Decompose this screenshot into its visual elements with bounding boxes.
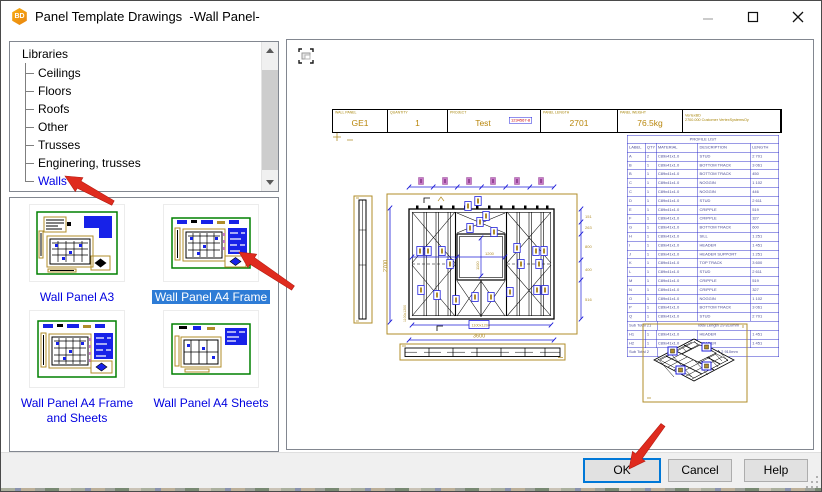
scroll-down-button[interactable] <box>262 174 278 191</box>
drawing-title-block: WALL PANEL GE1 QUANTITY 1 PROJECT Test P… <box>332 109 782 133</box>
drawing-preview-panel: WALL PANEL GE1 QUANTITY 1 PROJECT Test P… <box>286 39 814 450</box>
template-item-wall-panel-a3[interactable]: Wall Panel A3 <box>10 204 144 306</box>
svg-text:1200: 1200 <box>485 251 495 256</box>
svg-text:1100x1200: 1100x1200 <box>403 305 407 322</box>
parts-table-row: J1C89x41x1.0HEADER SUPPORT1 251 <box>628 250 779 259</box>
tree-item-roofs[interactable]: Roofs <box>10 100 261 118</box>
template-label: Wall Panel A4 Sheets <box>150 396 272 412</box>
parts-table-row: K1C89x41x1.0TOP TRACK3 600 <box>628 259 779 268</box>
parts-table-row: B1C89x41x1.0BOTTOM TRACK3 061 <box>628 161 779 170</box>
svg-text:400: 400 <box>585 267 592 272</box>
title-block-label: QUANTITY <box>390 111 408 115</box>
parts-table-row: B1C89x41x1.0BOTTOM TRACK450 <box>628 170 779 179</box>
parts-table-row: E1C89x41x1.0CRIPPLE519 <box>628 206 779 215</box>
drawing-info-text: VertexBD 2700.000 Customer VertexSystems… <box>685 113 782 122</box>
zoom-extents-icon[interactable] <box>297 47 315 65</box>
template-grid: Wall Panel A3 Wall Panel A4 Frame <box>10 198 278 426</box>
ok-button[interactable]: OK <box>583 458 661 483</box>
cancel-button[interactable]: Cancel <box>668 459 732 482</box>
drawing-stamp: 1234567-8 <box>509 117 532 124</box>
parts-table-row: C1C89x41x1.0NOGGIN1 102 <box>628 179 779 188</box>
template-thumbnail[interactable] <box>29 204 125 282</box>
parts-table-row: H11C89x41x1.0HEADER1 451 <box>628 330 779 339</box>
scrollbar-thumb[interactable] <box>262 70 278 170</box>
close-icon <box>792 11 804 23</box>
tree-item-trusses[interactable]: Trusses <box>10 136 261 154</box>
tree-root-libraries[interactable]: Libraries <box>10 42 261 64</box>
template-item-wall-panel-a4-frame-and-sheets[interactable]: Wall Panel A4 Frame and Sheets <box>10 310 144 426</box>
titlebar: BD Panel Template Drawings -Wall Panel- <box>1 1 821 32</box>
minimize-button[interactable] <box>685 2 730 31</box>
library-tree-list: Libraries CeilingsFloorsRoofsOtherTrusse… <box>10 42 261 191</box>
parts-table-row: N1C89x41x1.0CRIPPLE327 <box>628 286 779 295</box>
resize-grip[interactable] <box>806 476 818 488</box>
parts-table: PROFILE LISTLABELQTYMATERIALDESCRIPTIONL… <box>627 135 779 357</box>
template-label: Wall Panel A3 <box>16 290 138 306</box>
screen-edge-sliver <box>1 488 821 491</box>
parts-table-summary: Sub Total 21Total Length 29 810mm <box>628 321 779 330</box>
title-block-label: PANEL LENGTH <box>543 111 569 115</box>
svg-text:516: 516 <box>585 297 592 302</box>
svg-text:263: 263 <box>585 225 592 230</box>
tree-item-floors[interactable]: Floors <box>10 82 261 100</box>
tree-item-ceilings[interactable]: Ceilings <box>10 64 261 82</box>
tree-item-walls[interactable]: Walls <box>10 172 261 190</box>
triangle-up-icon <box>266 48 274 53</box>
tree-scrollbar[interactable] <box>261 42 278 191</box>
parts-table-row: LABELQTYMATERIALDESCRIPTIONLENGTH <box>628 144 779 153</box>
template-item-wall-panel-a4-frame[interactable]: Wall Panel A4 Frame <box>144 204 278 306</box>
parts-table-row: L1C89x41x1.0STUD2 611 <box>628 268 779 277</box>
template-label: Wall Panel A4 Frame and Sheets <box>16 396 138 426</box>
maximize-icon <box>747 11 759 23</box>
template-list-panel: Wall Panel A3 Wall Panel A4 Frame <box>9 197 279 452</box>
parts-table-row: G1C89x41x1.0BOTTOM TRACK600 <box>628 224 779 233</box>
app-icon: BD <box>11 8 28 25</box>
panel-length-value: 2701 <box>541 118 617 128</box>
svg-text:1100: 1100 <box>475 261 480 270</box>
parts-table-row: A2C89x41x1.0STUD2 701 <box>628 152 779 161</box>
window-title: Panel Template Drawings -Wall Panel- <box>35 1 260 32</box>
title-block-label: WALL PANEL <box>335 111 356 115</box>
parts-table-row: D1C89x41x1.0STUD2 611 <box>628 197 779 206</box>
close-button[interactable] <box>775 2 820 31</box>
help-button[interactable]: Help <box>744 459 808 482</box>
parts-table-row: H1C89x41x1.0SILL1 251 <box>628 232 779 241</box>
parts-table-row: Q1C89x41x1.0STUD2 701 <box>628 313 779 322</box>
minimize-icon <box>702 11 714 23</box>
panel-name-value: GE1 <box>333 118 387 128</box>
triangle-down-icon <box>266 180 274 185</box>
panel-template-drawings-dialog: BD Panel Template Drawings -Wall Panel- … <box>0 0 822 492</box>
parts-table-row: O1C89x41x1.0NOGGIN1 102 <box>628 295 779 304</box>
maximize-button[interactable] <box>730 2 775 31</box>
svg-text:800: 800 <box>585 244 592 249</box>
tree-item-other[interactable]: Other <box>10 118 261 136</box>
library-tree-panel: Libraries CeilingsFloorsRoofsOtherTrusse… <box>9 41 279 192</box>
template-thumbnail[interactable] <box>163 310 259 388</box>
parts-table-row: F1C89x41x1.0CRIPPLE327 <box>628 215 779 224</box>
template-item-wall-panel-a4-sheets[interactable]: Wall Panel A4 Sheets <box>144 310 278 426</box>
parts-table-row: H21C89x41x1.0HEADER1 451 <box>628 339 779 348</box>
svg-text:2700: 2700 <box>383 260 389 272</box>
template-thumbnail[interactable] <box>163 204 259 282</box>
parts-table-row: P1C89x41x1.0BOTTOM TRACK3 061 <box>628 304 779 313</box>
tree-item-enginering-trusses[interactable]: Enginering, trusses <box>10 154 261 172</box>
template-label: Wall Panel A4 Frame <box>150 290 272 306</box>
title-block-label: PROJECT <box>450 111 466 115</box>
scroll-up-button[interactable] <box>262 42 278 59</box>
parts-table-row: C1C89x41x1.0NOGGIN446 <box>628 188 779 197</box>
parts-table-summary: Sub Total 2Total Length 2 910mm <box>628 348 779 356</box>
parts-table-row: M1C89x41x1.0CRIPPLE519 <box>628 277 779 286</box>
panel-weight-value: 76.5kg <box>618 118 682 128</box>
svg-text:3600: 3600 <box>473 334 485 340</box>
svg-text:1100x1200: 1100x1200 <box>472 324 491 328</box>
svg-text:151: 151 <box>585 214 592 219</box>
title-block-label: PANEL WEIGHT <box>620 111 646 115</box>
parts-table-row: I1C89x41x1.0HEADER1 451 <box>628 241 779 250</box>
template-thumbnail[interactable] <box>29 310 125 388</box>
